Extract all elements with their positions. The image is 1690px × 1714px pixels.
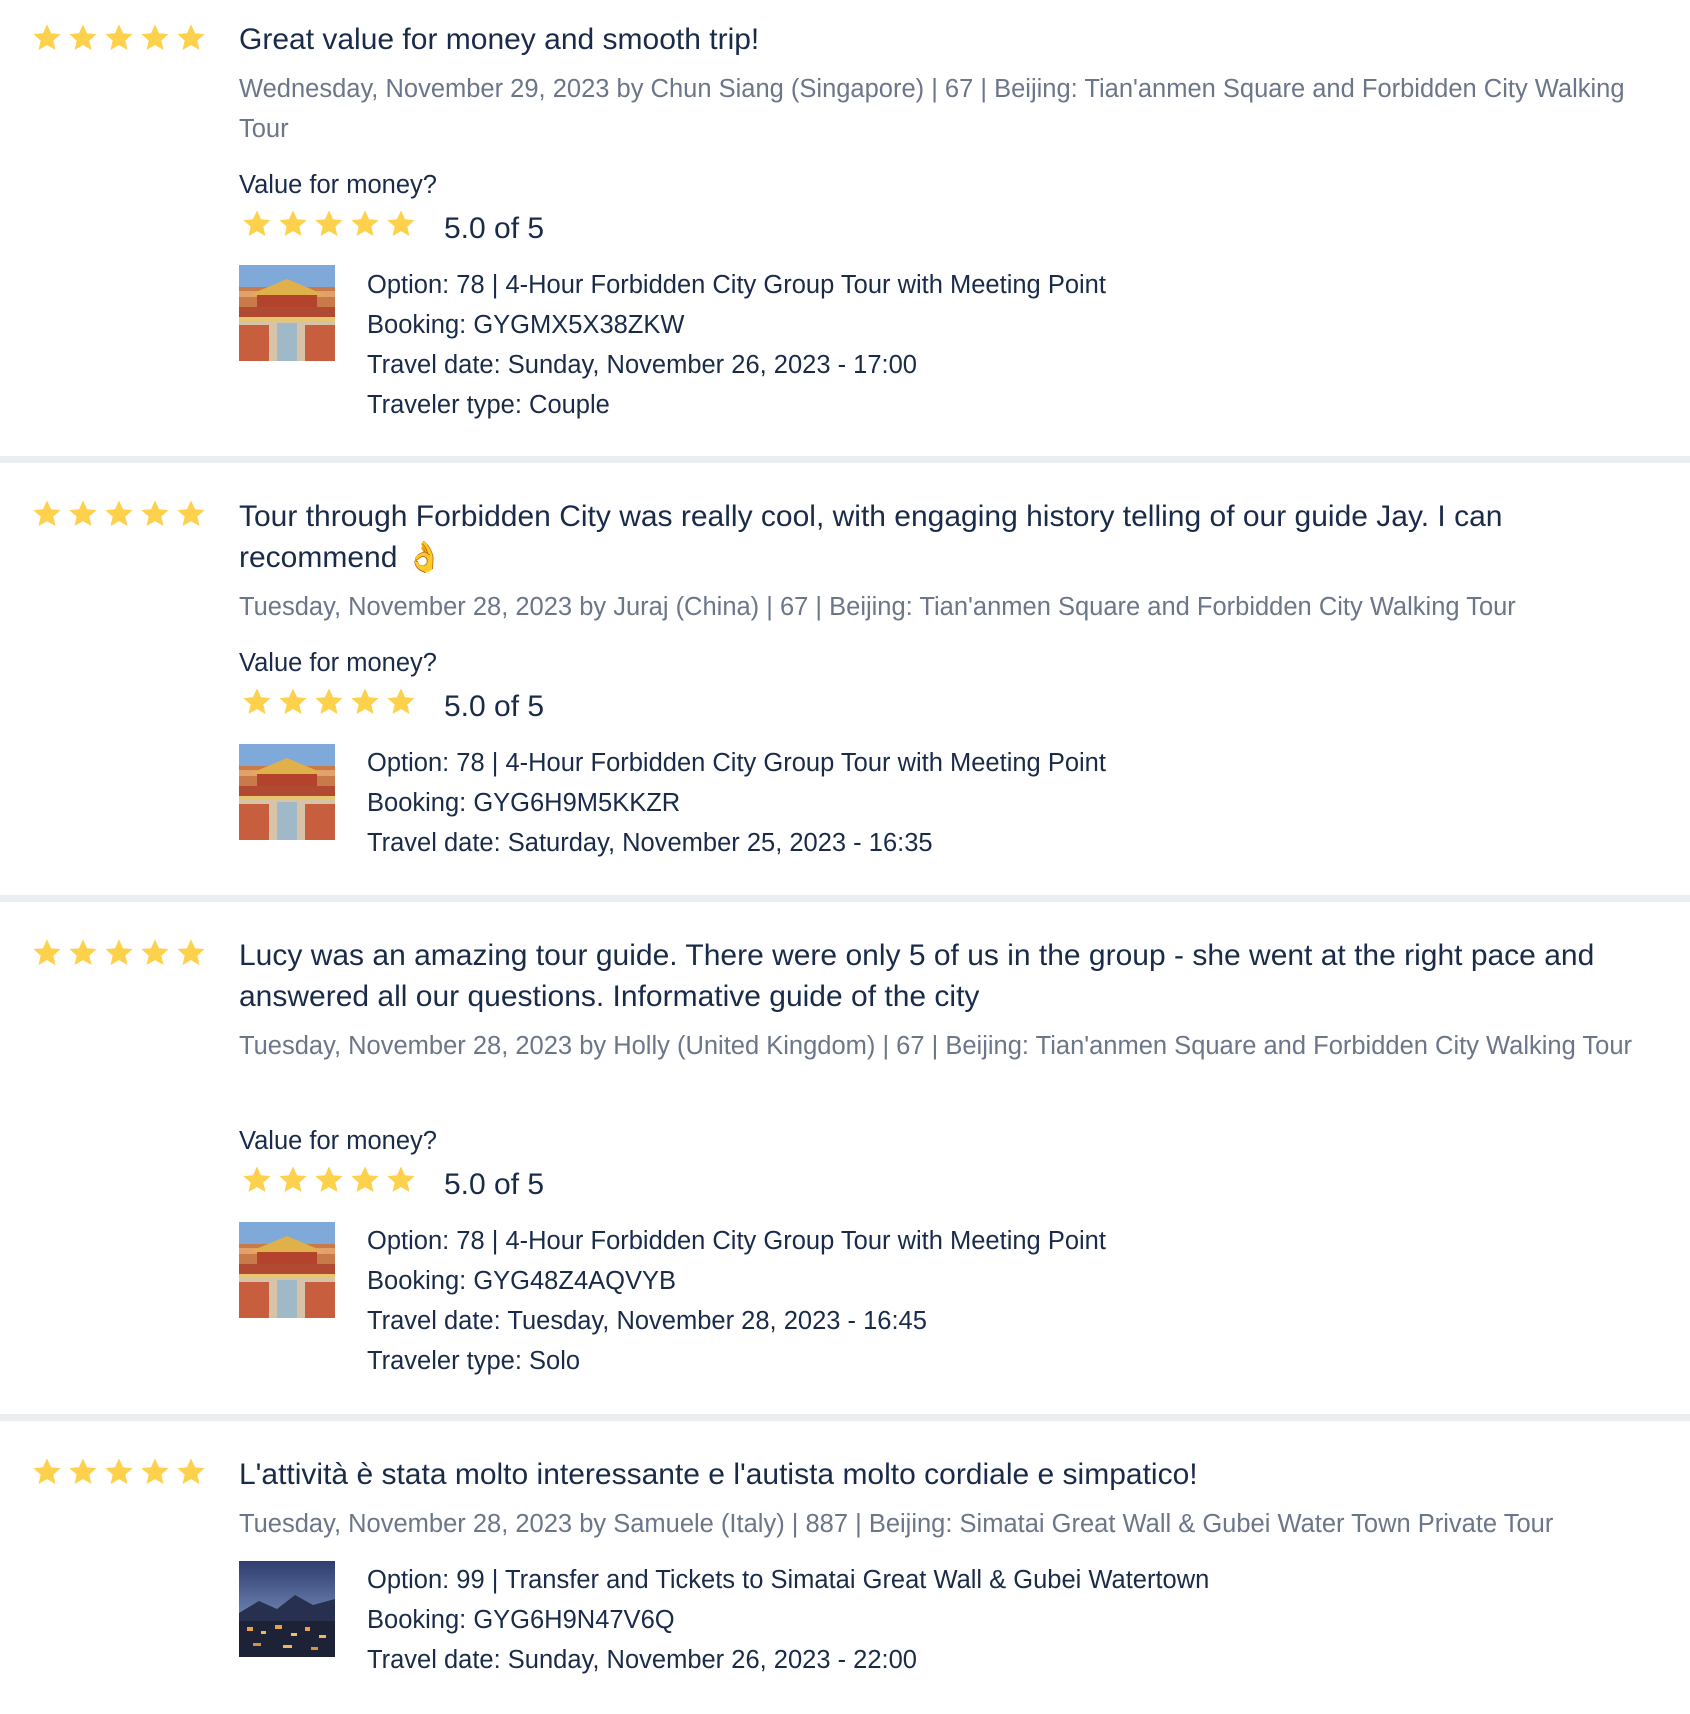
booking-details: Option: 78 | 4-Hour Forbidden City Group…	[367, 1221, 1106, 1381]
star-icon	[139, 22, 171, 53]
star-icon	[67, 1456, 99, 1487]
star-icon	[313, 1164, 345, 1195]
activity-thumbnail[interactable]	[239, 744, 335, 840]
star-icon	[31, 22, 63, 53]
review-rating-stars	[31, 1456, 207, 1487]
option-text: Option: 99 | Transfer and Tickets to Sim…	[367, 1566, 1210, 1594]
traveler-type: Traveler type: Couple	[367, 391, 610, 419]
booking-reference: Booking: GYG48Z4AQVYB	[367, 1267, 676, 1295]
review-meta: Tuesday, November 28, 2023 by Holly (Uni…	[239, 1032, 1633, 1060]
review-divider	[0, 1414, 1690, 1421]
value-for-money-label: Value for money?	[239, 171, 437, 199]
star-icon	[103, 937, 135, 968]
travel-date: Travel date: Sunday, November 26, 2023 -…	[367, 351, 917, 379]
option-text: Option: 78 | 4-Hour Forbidden City Group…	[367, 749, 1106, 777]
travel-date: Travel date: Saturday, November 25, 2023…	[367, 829, 933, 857]
review-title: L'attività è stata molto interessante e …	[239, 1458, 1198, 1491]
travel-date: Travel date: Tuesday, November 28, 2023 …	[367, 1307, 927, 1335]
star-icon	[67, 937, 99, 968]
star-icon	[277, 208, 309, 239]
value-for-money-label: Value for money?	[239, 1127, 437, 1155]
review-rating-stars	[31, 22, 207, 53]
review-meta: Tuesday, November 28, 2023 by Samuele (I…	[239, 1510, 1554, 1538]
star-icon	[31, 937, 63, 968]
activity-thumbnail[interactable]	[239, 1561, 335, 1657]
traveler-type: Traveler type: Solo	[367, 1347, 581, 1375]
review-divider	[0, 456, 1690, 463]
value-score: 5.0 of 5	[444, 690, 545, 723]
star-icon	[139, 498, 171, 529]
star-icon	[277, 1164, 309, 1195]
review-rating-stars	[31, 937, 207, 968]
review-title: Great value for money and smooth trip!	[239, 23, 760, 56]
star-icon	[139, 937, 171, 968]
star-icon	[313, 686, 345, 717]
booking-reference: Booking: GYGMX5X38ZKW	[367, 311, 685, 339]
review-card: Lucy was an amazing tour guide. There we…	[0, 902, 1690, 1414]
star-icon	[349, 208, 381, 239]
review-divider	[0, 895, 1690, 902]
star-icon	[31, 1456, 63, 1487]
star-icon	[67, 22, 99, 53]
value-score: 5.0 of 5	[444, 1168, 545, 1201]
activity-thumbnail[interactable]	[239, 1222, 335, 1318]
star-icon	[175, 22, 207, 53]
review-meta: Tuesday, November 28, 2023 by Juraj (Chi…	[239, 593, 1516, 621]
star-icon	[349, 1164, 381, 1195]
value-rating-stars	[241, 1164, 417, 1195]
star-icon	[175, 498, 207, 529]
star-icon	[241, 1164, 273, 1195]
option-text: Option: 78 | 4-Hour Forbidden City Group…	[367, 271, 1106, 299]
review-meta: Wednesday, November 29, 2023 by Chun Sia…	[239, 75, 1625, 143]
star-icon	[349, 686, 381, 717]
booking-reference: Booking: GYG6H9M5KKZR	[367, 789, 681, 817]
star-icon	[241, 208, 273, 239]
option-text: Option: 78 | 4-Hour Forbidden City Group…	[367, 1227, 1106, 1255]
value-for-money-label: Value for money?	[239, 649, 437, 677]
star-icon	[313, 208, 345, 239]
booking-details: Option: 78 | 4-Hour Forbidden City Group…	[367, 265, 1106, 425]
star-icon	[175, 1456, 207, 1487]
travel-date: Travel date: Sunday, November 26, 2023 -…	[367, 1646, 917, 1674]
star-icon	[175, 937, 207, 968]
value-rating-stars	[241, 208, 417, 239]
activity-thumbnail[interactable]	[239, 265, 335, 361]
star-icon	[241, 686, 273, 717]
star-icon	[103, 1456, 135, 1487]
review-card: Great value for money and smooth trip! W…	[0, 0, 1690, 456]
review-title: Tour through Forbidden City was really c…	[239, 500, 1503, 574]
star-icon	[67, 498, 99, 529]
value-score: 5.0 of 5	[444, 212, 545, 245]
review-title: Lucy was an amazing tour guide. There we…	[239, 939, 1595, 1013]
star-icon	[31, 498, 63, 529]
star-icon	[277, 686, 309, 717]
review-card: L'attività è stata molto interessante e …	[0, 1421, 1690, 1714]
star-icon	[103, 498, 135, 529]
review-rating-stars	[31, 498, 207, 529]
star-icon	[385, 1164, 417, 1195]
star-icon	[385, 686, 417, 717]
star-icon	[103, 22, 135, 53]
review-card: Tour through Forbidden City was really c…	[0, 463, 1690, 895]
star-icon	[139, 1456, 171, 1487]
booking-reference: Booking: GYG6H9N47V6Q	[367, 1606, 675, 1634]
booking-details: Option: 99 | Transfer and Tickets to Sim…	[367, 1560, 1209, 1680]
value-rating-stars	[241, 686, 417, 717]
star-icon	[385, 208, 417, 239]
booking-details: Option: 78 | 4-Hour Forbidden City Group…	[367, 743, 1106, 863]
